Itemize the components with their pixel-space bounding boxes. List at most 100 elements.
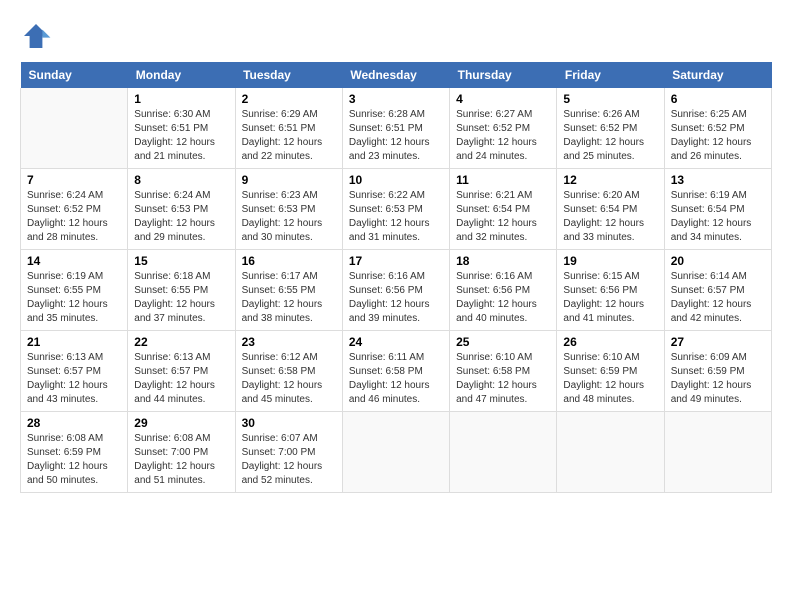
calendar-cell: 6 Sunrise: 6:25 AM Sunset: 6:52 PM Daylig… (664, 88, 771, 169)
day-info: Sunrise: 6:11 AM Sunset: 6:58 PM Dayligh… (349, 351, 443, 407)
calendar-cell: 26 Sunrise: 6:10 AM Sunset: 6:59 PM Dayli… (557, 331, 664, 412)
calendar-cell: 25 Sunrise: 6:10 AM Sunset: 6:58 PM Dayli… (450, 331, 557, 412)
day-number: 10 (349, 173, 443, 187)
day-number: 23 (242, 335, 336, 349)
day-number: 9 (242, 173, 336, 187)
day-info: Sunrise: 6:24 AM Sunset: 6:53 PM Dayligh… (134, 189, 228, 245)
calendar-cell: 8 Sunrise: 6:24 AM Sunset: 6:53 PM Daylig… (128, 169, 235, 250)
day-info: Sunrise: 6:10 AM Sunset: 6:58 PM Dayligh… (456, 351, 550, 407)
calendar-cell (557, 412, 664, 493)
calendar-table: SundayMondayTuesdayWednesdayThursdayFrid… (20, 62, 772, 493)
calendar-cell: 29Sunrise: 6:08 AM Sunset: 7:00 PM Dayli… (128, 412, 235, 493)
day-info: Sunrise: 6:18 AM Sunset: 6:55 PM Dayligh… (134, 270, 228, 326)
day-info: Sunrise: 6:14 AM Sunset: 6:57 PM Dayligh… (671, 270, 765, 326)
day-number: 4 (456, 92, 550, 106)
day-info: Sunrise: 6:13 AM Sunset: 6:57 PM Dayligh… (27, 351, 121, 407)
calendar-cell: 3 Sunrise: 6:28 AM Sunset: 6:51 PM Daylig… (342, 88, 449, 169)
day-info: Sunrise: 6:08 AM Sunset: 6:59 PM Dayligh… (27, 432, 121, 488)
day-info: Sunrise: 6:19 AM Sunset: 6:55 PM Dayligh… (27, 270, 121, 326)
calendar-cell: 17Sunrise: 6:16 AM Sunset: 6:56 PM Dayli… (342, 250, 449, 331)
calendar-header: SundayMondayTuesdayWednesdayThursdayFrid… (21, 62, 772, 88)
calendar-cell: 5 Sunrise: 6:26 AM Sunset: 6:52 PM Daylig… (557, 88, 664, 169)
day-number: 26 (563, 335, 657, 349)
logo (20, 20, 56, 52)
day-number: 15 (134, 254, 228, 268)
day-number: 22 (134, 335, 228, 349)
day-info: Sunrise: 6:27 AM Sunset: 6:52 PM Dayligh… (456, 108, 550, 164)
day-number: 25 (456, 335, 550, 349)
day-number: 18 (456, 254, 550, 268)
day-info: Sunrise: 6:26 AM Sunset: 6:52 PM Dayligh… (563, 108, 657, 164)
day-number: 30 (242, 416, 336, 430)
page-header (20, 20, 772, 52)
day-info: Sunrise: 6:15 AM Sunset: 6:56 PM Dayligh… (563, 270, 657, 326)
calendar-cell: 1Sunrise: 6:30 AM Sunset: 6:51 PM Daylig… (128, 88, 235, 169)
day-info: Sunrise: 6:22 AM Sunset: 6:53 PM Dayligh… (349, 189, 443, 245)
calendar-cell: 23 Sunrise: 6:12 AM Sunset: 6:58 PM Dayli… (235, 331, 342, 412)
day-info: Sunrise: 6:30 AM Sunset: 6:51 PM Dayligh… (134, 108, 228, 164)
calendar-cell: 9 Sunrise: 6:23 AM Sunset: 6:53 PM Daylig… (235, 169, 342, 250)
calendar-cell (664, 412, 771, 493)
weekday-header: Thursday (450, 62, 557, 88)
calendar-cell: 30 Sunrise: 6:07 AM Sunset: 7:00 PM Dayli… (235, 412, 342, 493)
day-number: 2 (242, 92, 336, 106)
day-number: 3 (349, 92, 443, 106)
day-number: 12 (563, 173, 657, 187)
weekday-header: Saturday (664, 62, 771, 88)
weekday-header: Friday (557, 62, 664, 88)
week-row: 21 Sunrise: 6:13 AM Sunset: 6:57 PM Dayli… (21, 331, 772, 412)
calendar-cell: 13 Sunrise: 6:19 AM Sunset: 6:54 PM Dayli… (664, 169, 771, 250)
calendar-cell: 7 Sunrise: 6:24 AM Sunset: 6:52 PM Daylig… (21, 169, 128, 250)
logo-icon (20, 20, 52, 52)
calendar-cell: 19Sunrise: 6:15 AM Sunset: 6:56 PM Dayli… (557, 250, 664, 331)
day-info: Sunrise: 6:21 AM Sunset: 6:54 PM Dayligh… (456, 189, 550, 245)
day-info: Sunrise: 6:28 AM Sunset: 6:51 PM Dayligh… (349, 108, 443, 164)
day-info: Sunrise: 6:23 AM Sunset: 6:53 PM Dayligh… (242, 189, 336, 245)
day-number: 6 (671, 92, 765, 106)
calendar-cell: 10 Sunrise: 6:22 AM Sunset: 6:53 PM Dayli… (342, 169, 449, 250)
day-number: 27 (671, 335, 765, 349)
day-number: 28 (27, 416, 121, 430)
day-number: 13 (671, 173, 765, 187)
day-number: 20 (671, 254, 765, 268)
calendar-cell: 11 Sunrise: 6:21 AM Sunset: 6:54 PM Dayli… (450, 169, 557, 250)
day-info: Sunrise: 6:20 AM Sunset: 6:54 PM Dayligh… (563, 189, 657, 245)
calendar-cell: 24 Sunrise: 6:11 AM Sunset: 6:58 PM Dayli… (342, 331, 449, 412)
calendar-cell (342, 412, 449, 493)
day-info: Sunrise: 6:16 AM Sunset: 6:56 PM Dayligh… (456, 270, 550, 326)
calendar-cell: 2 Sunrise: 6:29 AM Sunset: 6:51 PM Daylig… (235, 88, 342, 169)
day-number: 11 (456, 173, 550, 187)
day-info: Sunrise: 6:09 AM Sunset: 6:59 PM Dayligh… (671, 351, 765, 407)
day-info: Sunrise: 6:24 AM Sunset: 6:52 PM Dayligh… (27, 189, 121, 245)
day-info: Sunrise: 6:13 AM Sunset: 6:57 PM Dayligh… (134, 351, 228, 407)
calendar-cell: 14Sunrise: 6:19 AM Sunset: 6:55 PM Dayli… (21, 250, 128, 331)
day-number: 5 (563, 92, 657, 106)
calendar-cell (450, 412, 557, 493)
calendar-cell: 27 Sunrise: 6:09 AM Sunset: 6:59 PM Dayli… (664, 331, 771, 412)
day-info: Sunrise: 6:08 AM Sunset: 7:00 PM Dayligh… (134, 432, 228, 488)
day-number: 17 (349, 254, 443, 268)
day-info: Sunrise: 6:12 AM Sunset: 6:58 PM Dayligh… (242, 351, 336, 407)
day-info: Sunrise: 6:25 AM Sunset: 6:52 PM Dayligh… (671, 108, 765, 164)
day-number: 24 (349, 335, 443, 349)
calendar-cell: 20 Sunrise: 6:14 AM Sunset: 6:57 PM Dayli… (664, 250, 771, 331)
week-row: 14Sunrise: 6:19 AM Sunset: 6:55 PM Dayli… (21, 250, 772, 331)
week-row: 1Sunrise: 6:30 AM Sunset: 6:51 PM Daylig… (21, 88, 772, 169)
day-number: 8 (134, 173, 228, 187)
day-number: 21 (27, 335, 121, 349)
calendar-cell: 4 Sunrise: 6:27 AM Sunset: 6:52 PM Daylig… (450, 88, 557, 169)
day-info: Sunrise: 6:29 AM Sunset: 6:51 PM Dayligh… (242, 108, 336, 164)
day-number: 7 (27, 173, 121, 187)
weekday-header: Wednesday (342, 62, 449, 88)
day-info: Sunrise: 6:07 AM Sunset: 7:00 PM Dayligh… (242, 432, 336, 488)
calendar-cell: 22 Sunrise: 6:13 AM Sunset: 6:57 PM Dayli… (128, 331, 235, 412)
weekday-header: Monday (128, 62, 235, 88)
calendar-cell: 21 Sunrise: 6:13 AM Sunset: 6:57 PM Dayli… (21, 331, 128, 412)
day-number: 16 (242, 254, 336, 268)
day-info: Sunrise: 6:10 AM Sunset: 6:59 PM Dayligh… (563, 351, 657, 407)
day-info: Sunrise: 6:19 AM Sunset: 6:54 PM Dayligh… (671, 189, 765, 245)
calendar-cell: 12 Sunrise: 6:20 AM Sunset: 6:54 PM Dayli… (557, 169, 664, 250)
week-row: 28 Sunrise: 6:08 AM Sunset: 6:59 PM Dayli… (21, 412, 772, 493)
weekday-header: Tuesday (235, 62, 342, 88)
weekday-header: Sunday (21, 62, 128, 88)
